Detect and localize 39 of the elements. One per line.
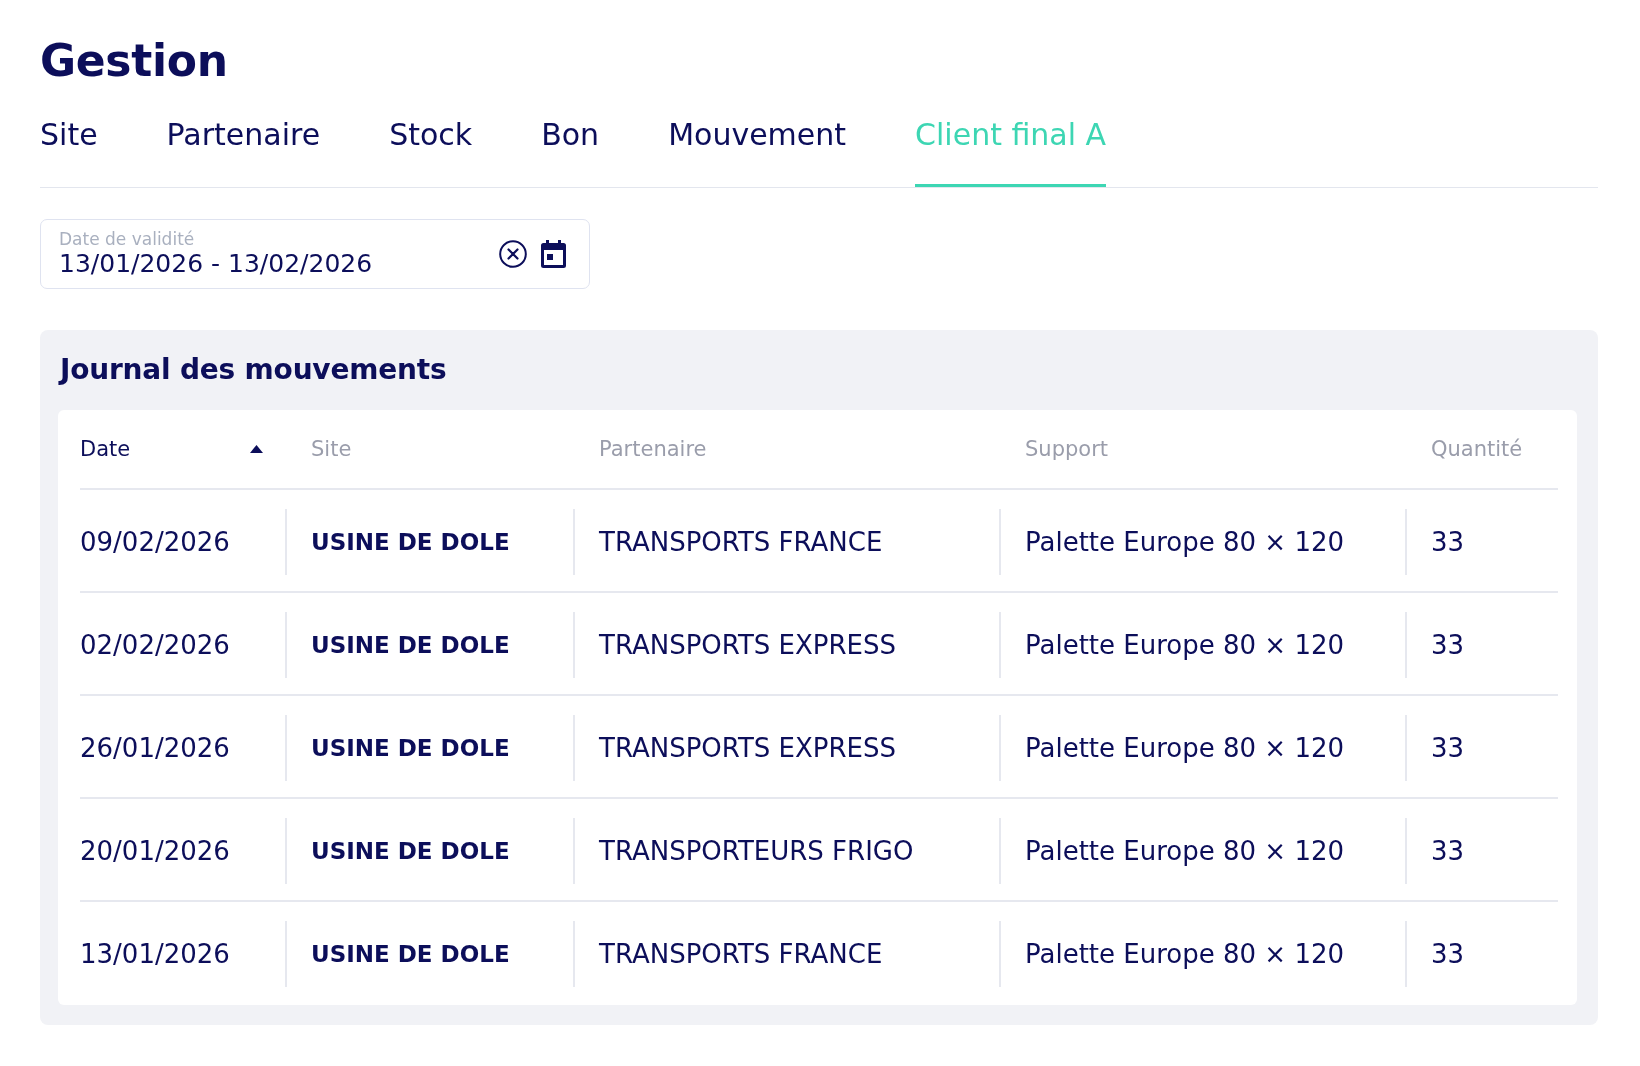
table-cell: Palette Europe 80 × 120 bbox=[999, 612, 1405, 678]
field-label: Date de validité bbox=[59, 229, 195, 249]
tab[interactable]: Mouvement bbox=[668, 87, 847, 187]
table-cell: Palette Europe 80 × 120 bbox=[999, 818, 1405, 884]
table-cell: TRANSPORTEURS FRIGO bbox=[573, 818, 999, 884]
table-cell: TRANSPORTS EXPRESS bbox=[573, 612, 999, 678]
table-cell-text: 20/01/2026 bbox=[80, 835, 231, 868]
field-value: 13/01/2026 - 13/02/2026 bbox=[59, 249, 373, 279]
date-range-field[interactable]: Date de validité 13/01/2026 - 13/02/2026 bbox=[40, 219, 590, 289]
caret-up-icon bbox=[250, 445, 263, 453]
table-cell: 33 bbox=[1405, 715, 1558, 781]
tab[interactable]: Bon bbox=[541, 87, 600, 187]
table-cell: USINE DE DOLE bbox=[285, 612, 573, 678]
table-cell-text: 09/02/2026 bbox=[80, 526, 231, 559]
table-cell: USINE DE DOLE bbox=[285, 818, 573, 884]
table-cell: USINE DE DOLE bbox=[285, 715, 573, 781]
table-cell: 33 bbox=[1405, 509, 1558, 575]
table-cell: 33 bbox=[1405, 818, 1558, 884]
tab[interactable]: Site bbox=[40, 87, 98, 187]
page-title: Gestion bbox=[40, 35, 228, 87]
table-cell: Palette Europe 80 × 120 bbox=[999, 715, 1405, 781]
table-cell: USINE DE DOLE bbox=[285, 921, 573, 987]
clear-icon[interactable] bbox=[499, 240, 527, 268]
table-cell: Palette Europe 80 × 120 bbox=[999, 509, 1405, 575]
table-cell-text: 13/01/2026 bbox=[80, 938, 231, 971]
calendar-icon[interactable] bbox=[541, 240, 566, 268]
table-cell: 33 bbox=[1405, 612, 1558, 678]
table-cell-text: 26/01/2026 bbox=[80, 732, 231, 765]
table-cell: USINE DE DOLE bbox=[285, 509, 573, 575]
table-cell: 33 bbox=[1405, 921, 1558, 987]
section-title: Journal des mouvements bbox=[60, 352, 447, 388]
table-cell: TRANSPORTS FRANCE bbox=[573, 509, 999, 575]
table-cell-text: 02/02/2026 bbox=[80, 629, 231, 662]
table-cell: TRANSPORTS FRANCE bbox=[573, 921, 999, 987]
tab[interactable]: Stock bbox=[389, 87, 473, 187]
tab[interactable]: Partenaire bbox=[166, 87, 321, 187]
column-header[interactable]: Date bbox=[80, 436, 285, 462]
table-cell: TRANSPORTS EXPRESS bbox=[573, 715, 999, 781]
table-cell: Palette Europe 80 × 120 bbox=[999, 921, 1405, 987]
